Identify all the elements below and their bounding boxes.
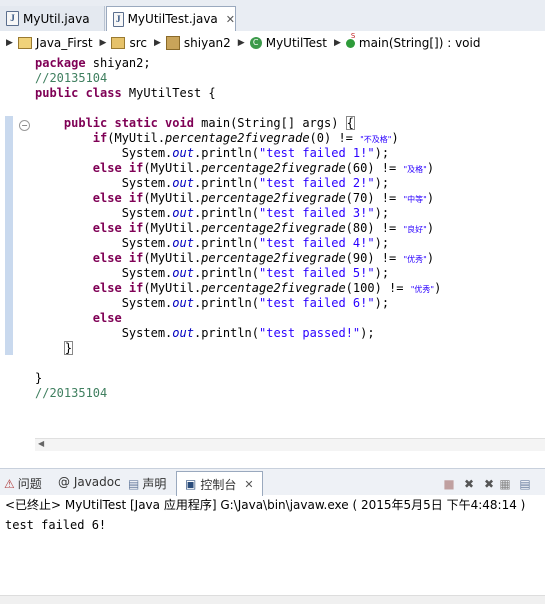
- java-file-icon: J: [6, 11, 19, 26]
- breadcrumb-package[interactable]: shiyan2: [165, 36, 231, 50]
- breadcrumb-method[interactable]: main(String[]) : void: [345, 32, 481, 50]
- tab-label: MyUtilTest.java: [127, 12, 218, 26]
- tab-javadoc[interactable]: @ Javadoc: [58, 475, 121, 489]
- code-line: else: [92, 311, 122, 325]
- breadcrumb: ▶ Java_First ▶ src ▶ shiyan2 ▶ C MyUtilT…: [0, 31, 545, 56]
- scroll-lock-icon[interactable]: ▤: [518, 477, 532, 491]
- remove-all-icon[interactable]: ✖: [482, 477, 496, 491]
- breadcrumb-project-label: Java_First: [35, 36, 93, 50]
- console-icon: ▣: [185, 477, 197, 491]
- java-file-icon: J: [113, 11, 124, 27]
- method-icon: [345, 32, 355, 48]
- code-line: if(MyUtil.percentage2fivegrade(0) != "不及…: [92, 131, 399, 145]
- tab-console[interactable]: ▣ 控制台 ✕: [176, 471, 263, 496]
- breadcrumb-folder[interactable]: src: [111, 36, 147, 50]
- console-output: test failed 6!: [5, 518, 107, 532]
- problems-icon: ⚠: [4, 476, 15, 491]
- code-line: else if(MyUtil.percentage2fivegrade(70) …: [92, 191, 435, 205]
- code-line: }: [35, 371, 43, 385]
- source-folder-icon: [111, 37, 126, 49]
- code-line: System.out.println("test passed!");: [121, 326, 375, 340]
- chevron-right-icon: ▶: [333, 38, 341, 48]
- tab-myutil[interactable]: J MyUtil.java: [0, 6, 105, 31]
- chevron-right-icon: ▶: [99, 38, 107, 48]
- code-line: System.out.println("test failed 5!");: [121, 266, 390, 280]
- breadcrumb-class-label: MyUtilTest: [265, 36, 327, 50]
- chevron-right-icon: ▶: [237, 38, 245, 48]
- code-line: //20135104: [35, 386, 108, 400]
- tab-label: @ Javadoc: [58, 475, 121, 489]
- tab-declaration[interactable]: ▤ 声明: [128, 475, 166, 492]
- breadcrumb-package-label: shiyan2: [183, 36, 231, 50]
- code-line: else if(MyUtil.percentage2fivegrade(100)…: [92, 281, 442, 295]
- code-line: else if(MyUtil.percentage2fivegrade(80) …: [92, 221, 435, 235]
- code-line: System.out.println("test failed 3!");: [121, 206, 390, 220]
- code-line: else if(MyUtil.percentage2fivegrade(90) …: [92, 251, 435, 265]
- fold-collapse-icon[interactable]: −: [19, 120, 30, 131]
- code-line: System.out.println("test failed 2!");: [121, 176, 390, 190]
- scroll-left-icon[interactable]: ◀: [38, 439, 44, 448]
- close-icon[interactable]: ✕: [244, 478, 253, 491]
- terminate-icon[interactable]: ■: [442, 477, 456, 491]
- tab-label: 控制台: [200, 477, 237, 492]
- code-line: }: [63, 341, 74, 355]
- code-line: System.out.println("test failed 1!");: [121, 146, 390, 160]
- console-tab-bar: ⚠ 问题 @ Javadoc ▤ 声明 ▣ 控制台 ✕ ■ ✖ ✖ ▦ ▤: [0, 468, 545, 496]
- project-icon: [17, 37, 32, 49]
- console-status-text: <已终止> MyUtilTest [Java 应用程序] G:\Java\bin…: [5, 498, 526, 512]
- tab-problems[interactable]: ⚠ 问题: [4, 475, 42, 492]
- breadcrumb-project[interactable]: Java_First: [17, 36, 93, 50]
- tab-label: 声明: [142, 477, 167, 491]
- declaration-icon: ▤: [128, 476, 140, 491]
- package-icon: [165, 36, 180, 50]
- editor-tab-bar: J MyUtil.java J MyUtilTest.java ✕: [0, 0, 545, 31]
- clear-console-icon[interactable]: ▦: [498, 477, 512, 491]
- horizontal-scrollbar[interactable]: [35, 438, 545, 451]
- chevron-right-icon: ▶: [6, 38, 13, 48]
- tab-label: 问题: [17, 477, 42, 491]
- change-indicator-bar: [5, 116, 13, 355]
- breadcrumb-class[interactable]: C MyUtilTest: [249, 36, 327, 50]
- code-line: package shiyan2;: [35, 56, 151, 70]
- code-line: public static void main(String[] args) {: [63, 116, 355, 130]
- code-line: public class MyUtilTest {: [35, 86, 216, 100]
- code-line: System.out.println("test failed 6!");: [121, 296, 390, 310]
- chevron-right-icon: ▶: [153, 38, 161, 48]
- code-line: else if(MyUtil.percentage2fivegrade(60) …: [92, 161, 435, 175]
- code-line: //20135104: [35, 71, 108, 85]
- remove-launch-icon[interactable]: ✖: [462, 477, 476, 491]
- tab-myutiltest[interactable]: J MyUtilTest.java ✕: [106, 6, 236, 31]
- tab-label: MyUtil.java: [23, 11, 90, 26]
- code-line: System.out.println("test failed 4!");: [121, 236, 390, 250]
- breadcrumb-folder-label: src: [129, 36, 147, 50]
- breadcrumb-method-label: main(String[]) : void: [358, 36, 481, 50]
- class-icon: C: [249, 37, 262, 49]
- close-icon[interactable]: ✕: [226, 13, 235, 26]
